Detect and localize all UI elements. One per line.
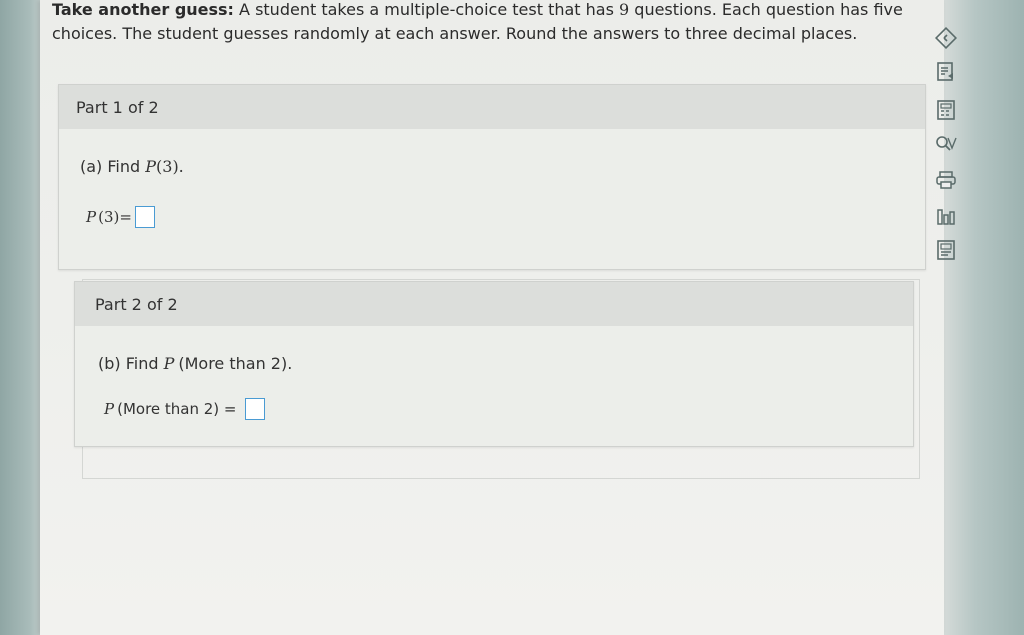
- part-2-answer-input[interactable]: [244, 398, 265, 420]
- glossary-icon[interactable]: [933, 132, 959, 156]
- part-1-header: Part 1 of 2: [59, 85, 925, 129]
- side-toolbar: [924, 18, 970, 278]
- part-2-answer-row: P (More than 2) =: [104, 398, 265, 420]
- part-1-title: Part 1 of 2: [76, 97, 159, 117]
- problem-statement: Take another guess: A student takes a mu…: [52, 0, 932, 46]
- calculator-icon[interactable]: [933, 98, 959, 122]
- notes-icon[interactable]: [933, 60, 959, 84]
- part-2-question: (b) Find P (More than 2).: [98, 354, 293, 373]
- part-1-answer-input[interactable]: [134, 206, 155, 228]
- part-1-answer-row: P (3)=: [86, 206, 155, 228]
- textbook-icon[interactable]: [933, 238, 959, 262]
- part-2-title: Part 2 of 2: [95, 294, 178, 314]
- print-icon[interactable]: [933, 168, 959, 192]
- part-1-card: Part 1 of 2: [58, 84, 926, 270]
- part-2-header: Part 2 of 2: [75, 282, 913, 326]
- part-1-question: (a) Find P(3).: [80, 157, 184, 176]
- problem-question-count: 9: [619, 0, 630, 19]
- collapse-icon[interactable]: [933, 26, 959, 50]
- problem-text-1: A student takes a multiple-choice test t…: [233, 0, 620, 19]
- problem-title: Take another guess:: [52, 0, 234, 19]
- data-icon[interactable]: [933, 204, 959, 228]
